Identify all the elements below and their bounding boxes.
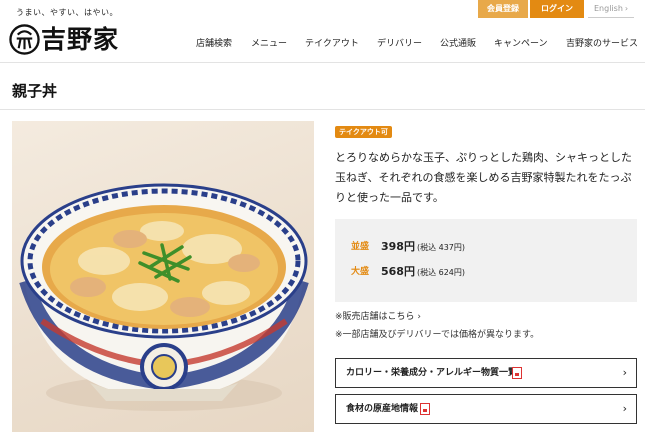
chevron-right-icon: › bbox=[622, 402, 627, 415]
size-label: 大盛 bbox=[351, 267, 370, 277]
price-value: 568円 (税込 624円) bbox=[381, 264, 465, 281]
nav-official-shop[interactable]: 公式通販 bbox=[440, 37, 476, 51]
site-header: うまい、やすい、はやい。 吉野家 会員登録 ログイン English › 店舗検索… bbox=[0, 0, 645, 63]
ingredient-origin-button[interactable]: 食材の原産地情報 › bbox=[335, 394, 637, 424]
product-description: とろりなめらかな玉子、ぷりっとした鶏肉、シャキっとした玉ねぎ、それぞれの食感を楽… bbox=[335, 151, 632, 204]
nav-delivery[interactable]: デリバリー bbox=[377, 37, 422, 51]
store-note: ※販売店舗はこちら › bbox=[335, 311, 421, 323]
price-note: ※一部店舗及びデリバリーでは価格が異なります。 bbox=[335, 330, 540, 340]
pdf-icon bbox=[512, 367, 522, 379]
nav-store-search[interactable]: 店舗検索 bbox=[196, 37, 232, 51]
main-nav: 店舗検索 メニュー テイクアウト デリバリー 公式通販 キャンペーン 吉野家のサ… bbox=[0, 37, 645, 51]
takeout-badge: テイクアウト可 bbox=[335, 126, 392, 138]
nav-campaign[interactable]: キャンペーン bbox=[494, 37, 548, 51]
tagline: うまい、やすい、はやい。 bbox=[16, 8, 118, 17]
divider bbox=[0, 109, 645, 110]
nutrition-allergen-button[interactable]: カロリー・栄養成分・アレルギー物質一覧 › bbox=[335, 358, 637, 388]
pdf-icon bbox=[420, 403, 430, 415]
price-amount: 568円 bbox=[381, 265, 415, 278]
product-image bbox=[12, 121, 314, 432]
price-tax: (税込 624円) bbox=[416, 268, 466, 277]
english-link[interactable]: English › bbox=[588, 0, 634, 18]
page-title: 親子丼 bbox=[12, 82, 58, 100]
button-label: 食材の原産地情報 bbox=[346, 404, 419, 414]
chevron-right-icon: › bbox=[622, 366, 627, 379]
price-tax: (税込 437円) bbox=[416, 243, 466, 252]
size-label: 並盛 bbox=[351, 242, 370, 252]
stores-link[interactable]: こちら bbox=[388, 312, 415, 322]
nav-menu[interactable]: メニュー bbox=[251, 37, 287, 51]
store-note-text: ※販売店舗は bbox=[335, 312, 388, 322]
price-amount: 398円 bbox=[381, 240, 415, 253]
button-label: カロリー・栄養成分・アレルギー物質一覧 bbox=[346, 368, 518, 378]
login-button[interactable]: ログイン bbox=[530, 0, 584, 18]
member-register-button[interactable]: 会員登録 bbox=[478, 0, 528, 18]
chevron-right-icon: › bbox=[414, 312, 422, 322]
nav-takeout[interactable]: テイクアウト bbox=[305, 37, 359, 51]
price-value: 398円 (税込 437円) bbox=[381, 239, 465, 256]
english-link-label: English bbox=[594, 4, 623, 13]
chevron-right-icon: › bbox=[624, 4, 629, 13]
price-box: 並盛 398円 (税込 437円) 大盛 568円 (税込 624円) bbox=[335, 219, 637, 302]
oyakodon-bowl-illustration bbox=[19, 183, 309, 411]
nav-services[interactable]: 吉野家のサービス bbox=[566, 37, 638, 51]
